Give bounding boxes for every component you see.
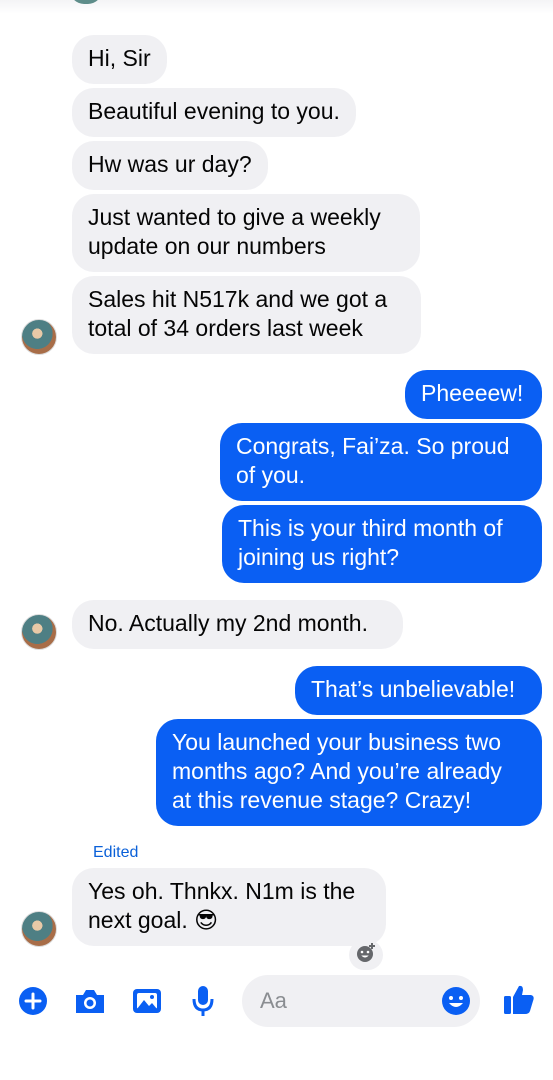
message-bubble-incoming[interactable]: Hw was ur day? <box>72 141 268 190</box>
message-composer[interactable] <box>242 975 480 1027</box>
message-bubble-incoming[interactable]: Yes oh. Thnkx. N1m is the next goal. 😎 <box>72 868 386 946</box>
message-bubble-incoming[interactable]: Beautiful evening to you. <box>72 88 356 137</box>
gallery-icon[interactable] <box>130 984 164 1018</box>
message-bubble-incoming[interactable]: Just wanted to give a weekly update on o… <box>72 194 420 272</box>
message-bubble-outgoing[interactable]: Congrats, Fai’za. So proud of you. <box>220 423 542 501</box>
message-bubble-outgoing[interactable]: Pheeeew! <box>405 370 542 419</box>
contact-avatar[interactable] <box>21 614 57 650</box>
home-indicator-area <box>0 1040 553 1080</box>
message-bubble-outgoing[interactable]: That’s unbelievable! <box>295 666 542 715</box>
plus-icon[interactable] <box>16 984 50 1018</box>
thumbs-up-icon[interactable] <box>502 982 536 1016</box>
emoji-icon[interactable] <box>440 985 472 1017</box>
contact-avatar[interactable] <box>21 911 57 947</box>
microphone-icon[interactable] <box>186 984 220 1018</box>
edited-label: Edited <box>93 844 139 861</box>
message-bubble-outgoing[interactable]: You launched your business two months ag… <box>156 719 542 826</box>
message-bubble-incoming[interactable]: Hi, Sir <box>72 35 167 84</box>
camera-icon[interactable] <box>73 984 107 1018</box>
message-bubble-outgoing[interactable]: This is your third month of joining us r… <box>222 505 542 583</box>
contact-avatar[interactable] <box>21 319 57 355</box>
add-reaction-icon <box>355 942 377 969</box>
message-bubble-incoming[interactable]: Sales hit N517k and we got a total of 34… <box>72 276 421 354</box>
add-reaction-button[interactable] <box>349 940 383 970</box>
message-input[interactable] <box>260 985 430 1017</box>
message-bubble-incoming[interactable]: No. Actually my 2nd month. <box>72 600 403 649</box>
